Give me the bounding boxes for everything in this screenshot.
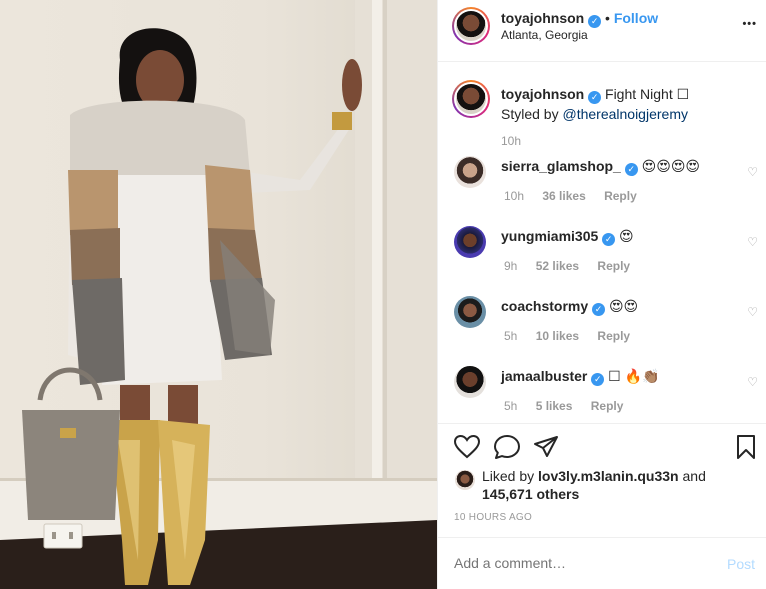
comment-username[interactable]: sierra_glamshop_ — [501, 158, 621, 174]
comment-text: jamaalbuster ✓ ☐ 🔥👏🏽 — [501, 366, 659, 386]
comment-username[interactable]: coachstormy — [501, 298, 588, 314]
reply-button[interactable]: Reply — [604, 189, 637, 203]
reply-button[interactable]: Reply — [591, 399, 624, 413]
comment-like-heart-icon[interactable]: ♡ — [747, 165, 758, 179]
comment-username[interactable]: yungmiami305 — [501, 228, 598, 244]
comment-avatar[interactable] — [454, 366, 486, 398]
caption-meta: 10h — [501, 134, 536, 148]
comment-avatar[interactable] — [454, 296, 486, 328]
comment-text: sierra_glamshop_ ✓ 😍😍😍😍 — [501, 156, 700, 176]
comment-time[interactable]: 5h — [504, 329, 517, 343]
caption-body: Fight Night ☐ — [605, 86, 690, 102]
comment-meta: 5h 5 likes Reply — [504, 399, 638, 413]
comment-body: 😍😍 — [608, 298, 639, 314]
post-button[interactable]: Post — [727, 556, 755, 572]
caption-text: toyajohnson ✓ Fight Night ☐ Styled by @t… — [501, 84, 756, 124]
liked-and: and — [678, 468, 706, 484]
comment-like-heart-icon[interactable]: ♡ — [747, 235, 758, 249]
comment-input[interactable] — [454, 555, 694, 571]
comment-bar: Post — [438, 537, 766, 589]
comment-likes[interactable]: 52 likes — [536, 259, 579, 273]
instagram-post: toyajohnson ✓ • Follow Atlanta, Georgia … — [0, 0, 766, 589]
post-header: toyajohnson ✓ • Follow Atlanta, Georgia … — [438, 0, 766, 62]
verified-badge-icon: ✓ — [591, 373, 605, 386]
post-time-ago[interactable]: 10 HOURS AGO — [454, 512, 532, 523]
post-photo[interactable] — [0, 0, 437, 589]
caption-avatar[interactable] — [452, 80, 490, 118]
heart-icon[interactable] — [454, 435, 480, 459]
comment-like-heart-icon[interactable]: ♡ — [747, 375, 758, 389]
reply-button[interactable]: Reply — [597, 329, 630, 343]
liked-user[interactable]: lov3ly.m3lanin.qu33n — [538, 468, 679, 484]
comment-text: yungmiami305 ✓ 😍 — [501, 226, 634, 246]
location-link[interactable]: Atlanta, Georgia — [501, 28, 588, 42]
comment-likes[interactable]: 36 likes — [542, 189, 585, 203]
comment-time[interactable]: 5h — [504, 399, 517, 413]
header-avatar[interactable] — [452, 7, 490, 45]
header-separator: • — [605, 10, 610, 26]
liked-prefix: Liked by — [482, 468, 539, 484]
more-options-icon[interactable]: ••• — [742, 18, 757, 30]
comment-username[interactable]: jamaalbuster — [501, 368, 587, 384]
caption-styled-by: Styled by — [501, 106, 563, 122]
share-icon[interactable] — [533, 435, 559, 459]
comment-meta: 9h 52 likes Reply — [504, 259, 645, 273]
comment-likes[interactable]: 10 likes — [536, 329, 579, 343]
post-panel: toyajohnson ✓ • Follow Atlanta, Georgia … — [437, 0, 766, 589]
comment-meta: 5h 10 likes Reply — [504, 329, 645, 343]
comment-likes[interactable]: 5 likes — [536, 399, 573, 413]
comment-meta: 10h 36 likes Reply — [504, 189, 652, 203]
comment-body: ☐ 🔥👏🏽 — [608, 368, 660, 384]
reply-button[interactable]: Reply — [597, 259, 630, 273]
verified-badge-icon: ✓ — [624, 163, 638, 176]
caption-time[interactable]: 10h — [501, 134, 521, 148]
verified-badge-icon: ✓ — [588, 15, 602, 28]
follow-button[interactable]: Follow — [614, 10, 658, 26]
comment-body: 😍 — [619, 228, 634, 244]
comment-time[interactable]: 9h — [504, 259, 517, 273]
liked-by-text: Liked by lov3ly.m3lanin.qu33n and 145,67… — [482, 467, 752, 503]
post-photo-illustration — [0, 0, 437, 589]
comment-avatar[interactable] — [454, 156, 486, 188]
liked-by-avatar[interactable] — [455, 470, 475, 490]
caption-mention[interactable]: @therealnoigjeremy — [562, 106, 688, 122]
comment-like-heart-icon[interactable]: ♡ — [747, 305, 758, 319]
comment-time[interactable]: 10h — [504, 189, 524, 203]
bookmark-icon[interactable] — [736, 435, 756, 459]
verified-badge-icon: ✓ — [592, 303, 606, 316]
verified-badge-icon: ✓ — [602, 233, 616, 246]
comment-icon[interactable] — [494, 435, 520, 459]
liked-count[interactable]: 145,671 others — [482, 486, 579, 502]
header-username[interactable]: toyajohnson — [501, 10, 584, 26]
comment-avatar[interactable] — [454, 226, 486, 258]
post-actions: Liked by lov3ly.m3lanin.qu33n and 145,67… — [438, 423, 766, 589]
comment-body: 😍😍😍😍 — [641, 158, 701, 174]
verified-badge-icon: ✓ — [588, 91, 602, 104]
caption-username[interactable]: toyajohnson — [501, 86, 584, 102]
comment-text: coachstormy ✓ 😍😍 — [501, 296, 638, 316]
